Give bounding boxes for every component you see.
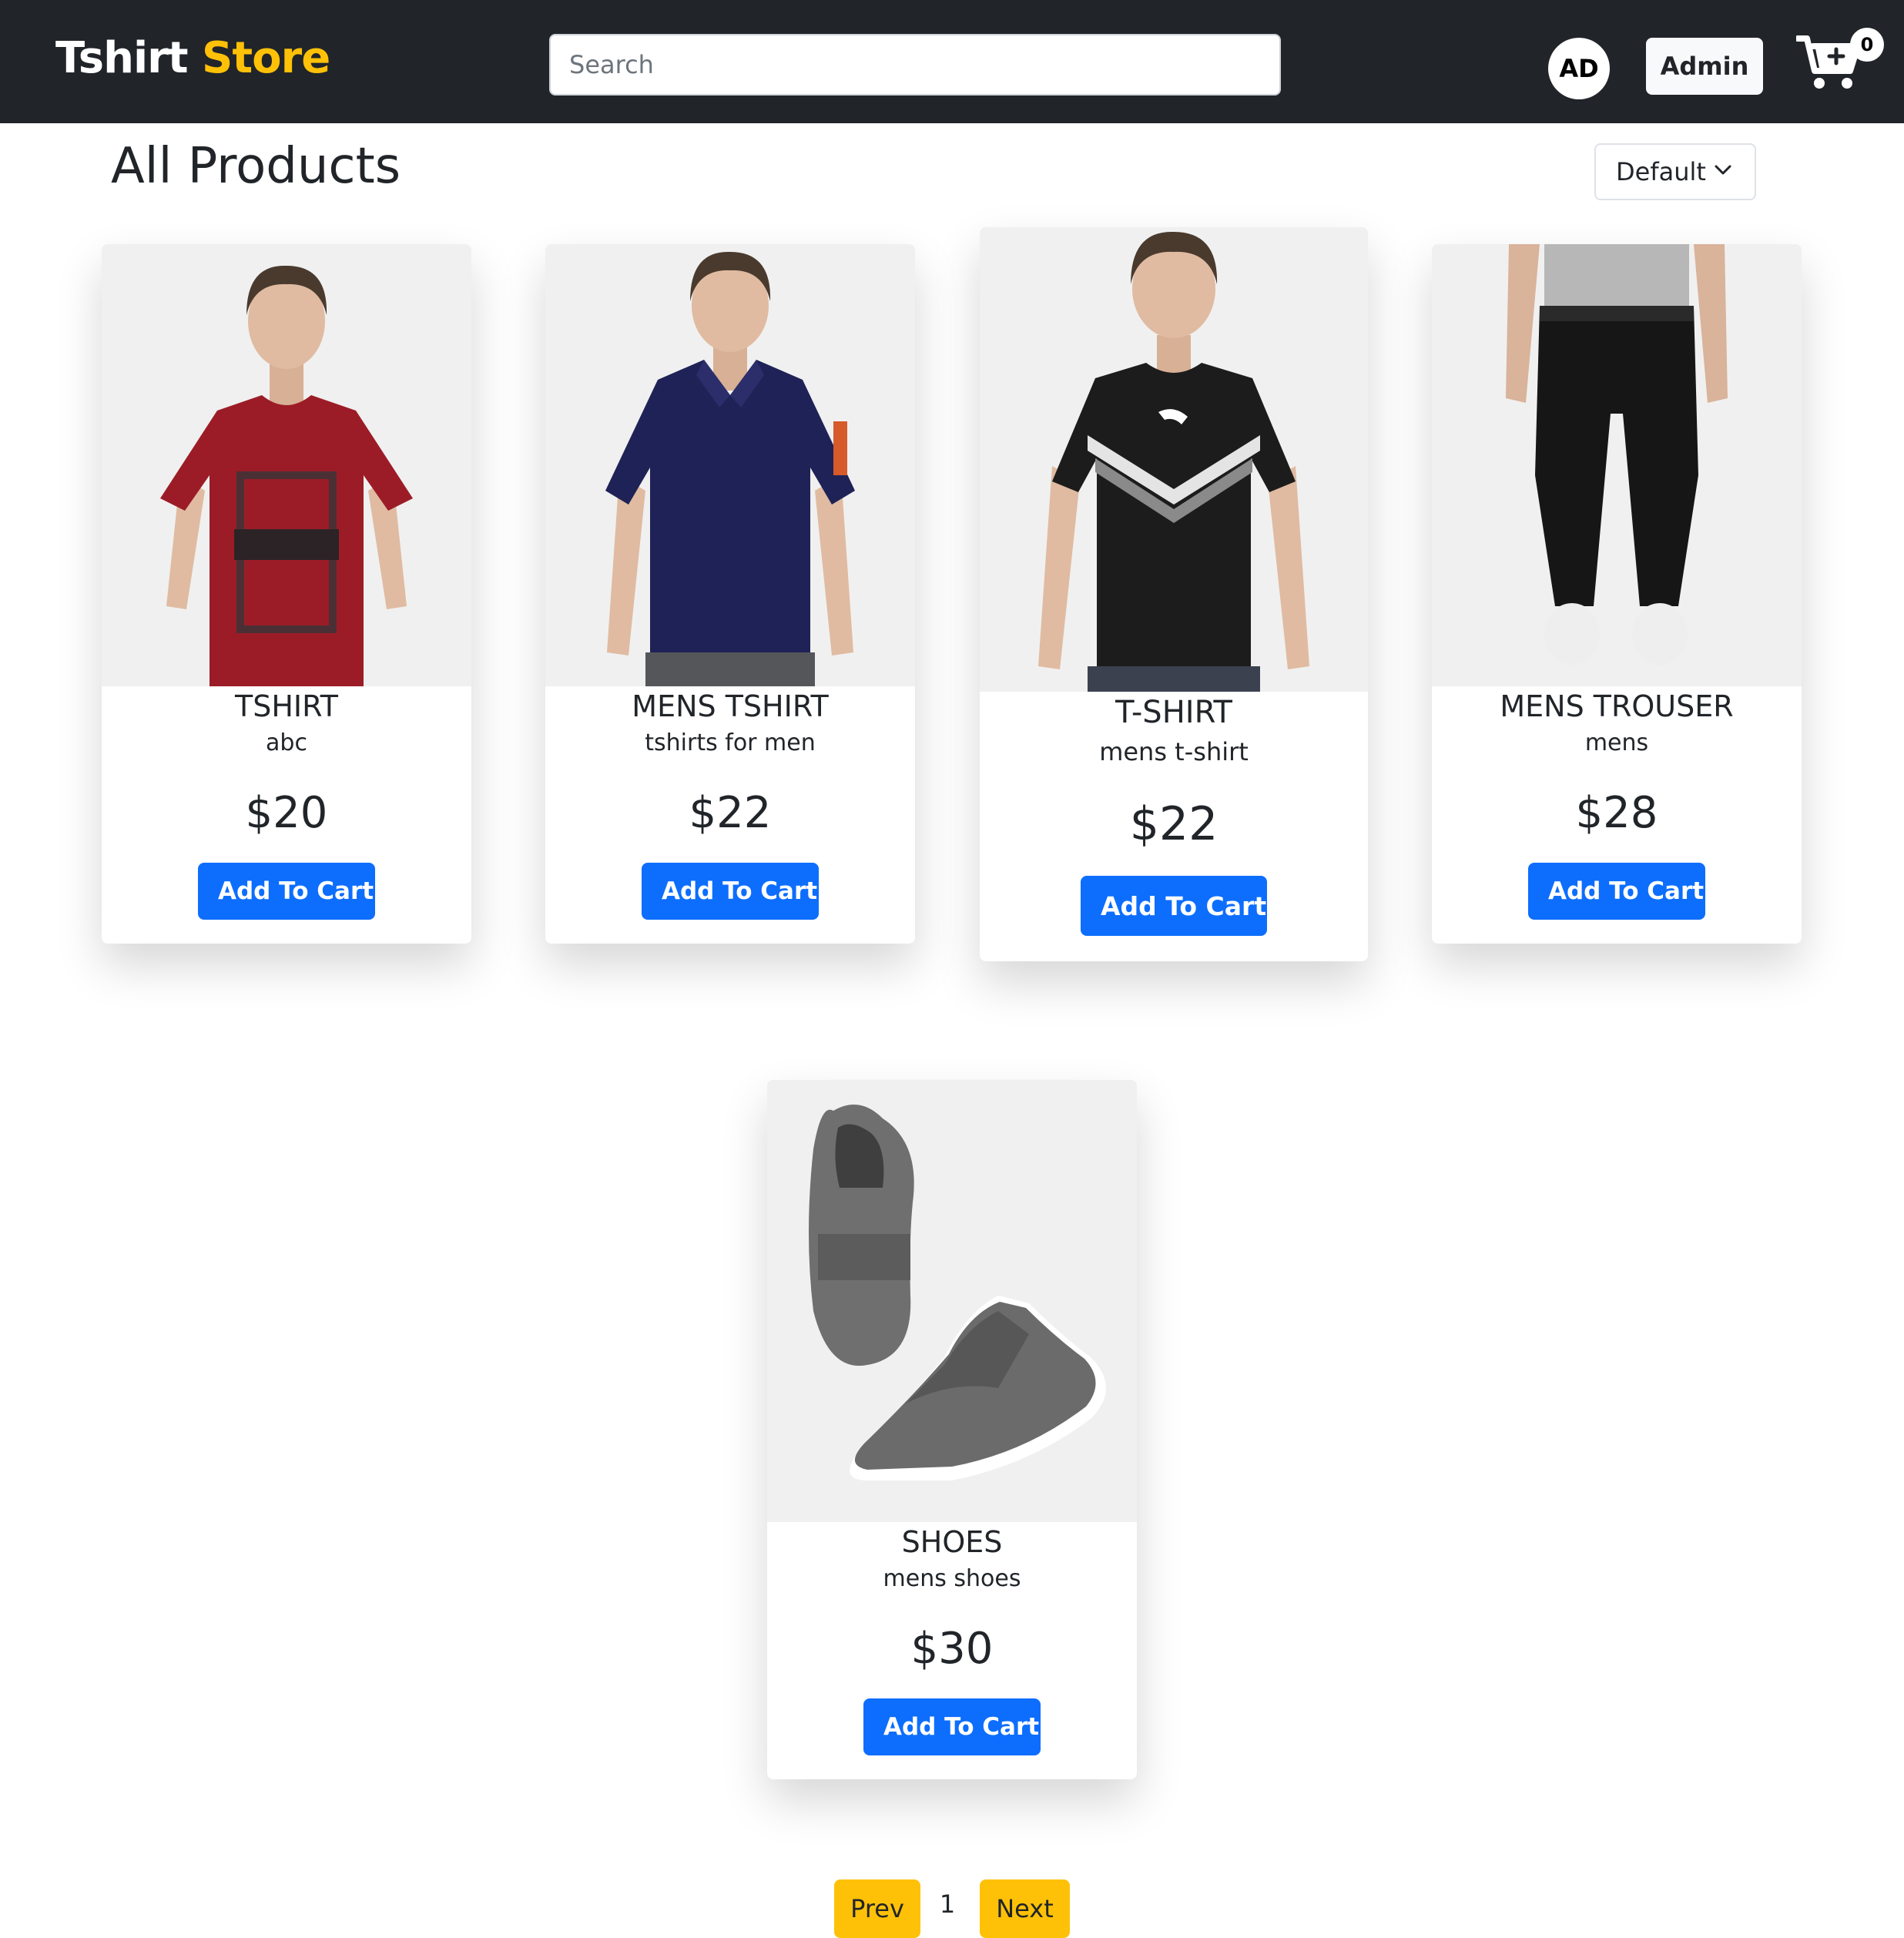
next-page-button[interactable]: Next: [980, 1879, 1070, 1938]
add-to-cart-button[interactable]: Add To Cart: [863, 1698, 1041, 1755]
add-to-cart-button[interactable]: Add To Cart: [642, 863, 819, 920]
product-card: MENS TROUSER mens $28 Add To Cart: [1432, 244, 1802, 944]
product-image[interactable]: [102, 244, 471, 686]
product-price: $20: [245, 788, 328, 838]
add-to-cart-button[interactable]: Add To Cart: [1081, 876, 1267, 936]
product-description: tshirts for men: [645, 729, 816, 756]
prev-page-button[interactable]: Prev: [834, 1879, 920, 1938]
user-avatar[interactable]: AD: [1548, 38, 1610, 99]
product-price: $30: [910, 1624, 994, 1674]
product-card: T-SHIRT mens t-shirt $22 Add To Cart: [980, 227, 1368, 961]
product-name: MENS TSHIRT: [632, 689, 829, 723]
product-image[interactable]: [980, 227, 1368, 692]
product-card: SHOES mens shoes $30 Add To Cart: [767, 1080, 1137, 1779]
brand-name-accent: Store: [202, 33, 330, 83]
product-name: TSHIRT: [235, 689, 338, 723]
product-card: TSHIRT abc $20 Add To Cart: [102, 244, 471, 944]
product-price: $22: [689, 788, 772, 838]
navbar: Tshirt Store AD Admin 0: [0, 0, 1904, 123]
product-description: abc: [266, 729, 307, 756]
product-description: mens t-shirt: [1099, 737, 1249, 766]
chevron-down-icon: [1715, 165, 1731, 175]
product-image[interactable]: [1432, 244, 1802, 686]
product-name: SHOES: [901, 1525, 1003, 1559]
product-description: mens: [1584, 729, 1649, 756]
brand-name: Tshirt: [55, 33, 189, 83]
sort-select[interactable]: Default: [1594, 143, 1756, 200]
search-input[interactable]: [549, 34, 1281, 96]
brand-logo[interactable]: Tshirt Store: [55, 28, 330, 89]
add-to-cart-button[interactable]: Add To Cart: [1528, 863, 1705, 920]
product-price: $28: [1575, 788, 1658, 838]
page-title: All Products: [111, 138, 401, 195]
current-page-number: 1: [939, 1889, 956, 1919]
sort-select-value: Default: [1616, 157, 1706, 186]
add-to-cart-button[interactable]: Add To Cart: [198, 863, 375, 920]
cart-button[interactable]: 0: [1796, 28, 1884, 97]
product-image[interactable]: [767, 1080, 1137, 1522]
product-price: $22: [1129, 797, 1218, 851]
product-card: MENS TSHIRT tshirts for men $22 Add To C…: [545, 244, 915, 944]
product-image[interactable]: [545, 244, 915, 686]
cart-count-badge: 0: [1850, 28, 1884, 62]
product-description: mens shoes: [883, 1565, 1021, 1592]
product-name: MENS TROUSER: [1500, 689, 1734, 723]
admin-button[interactable]: Admin: [1646, 38, 1763, 95]
product-name: T-SHIRT: [1115, 695, 1232, 730]
